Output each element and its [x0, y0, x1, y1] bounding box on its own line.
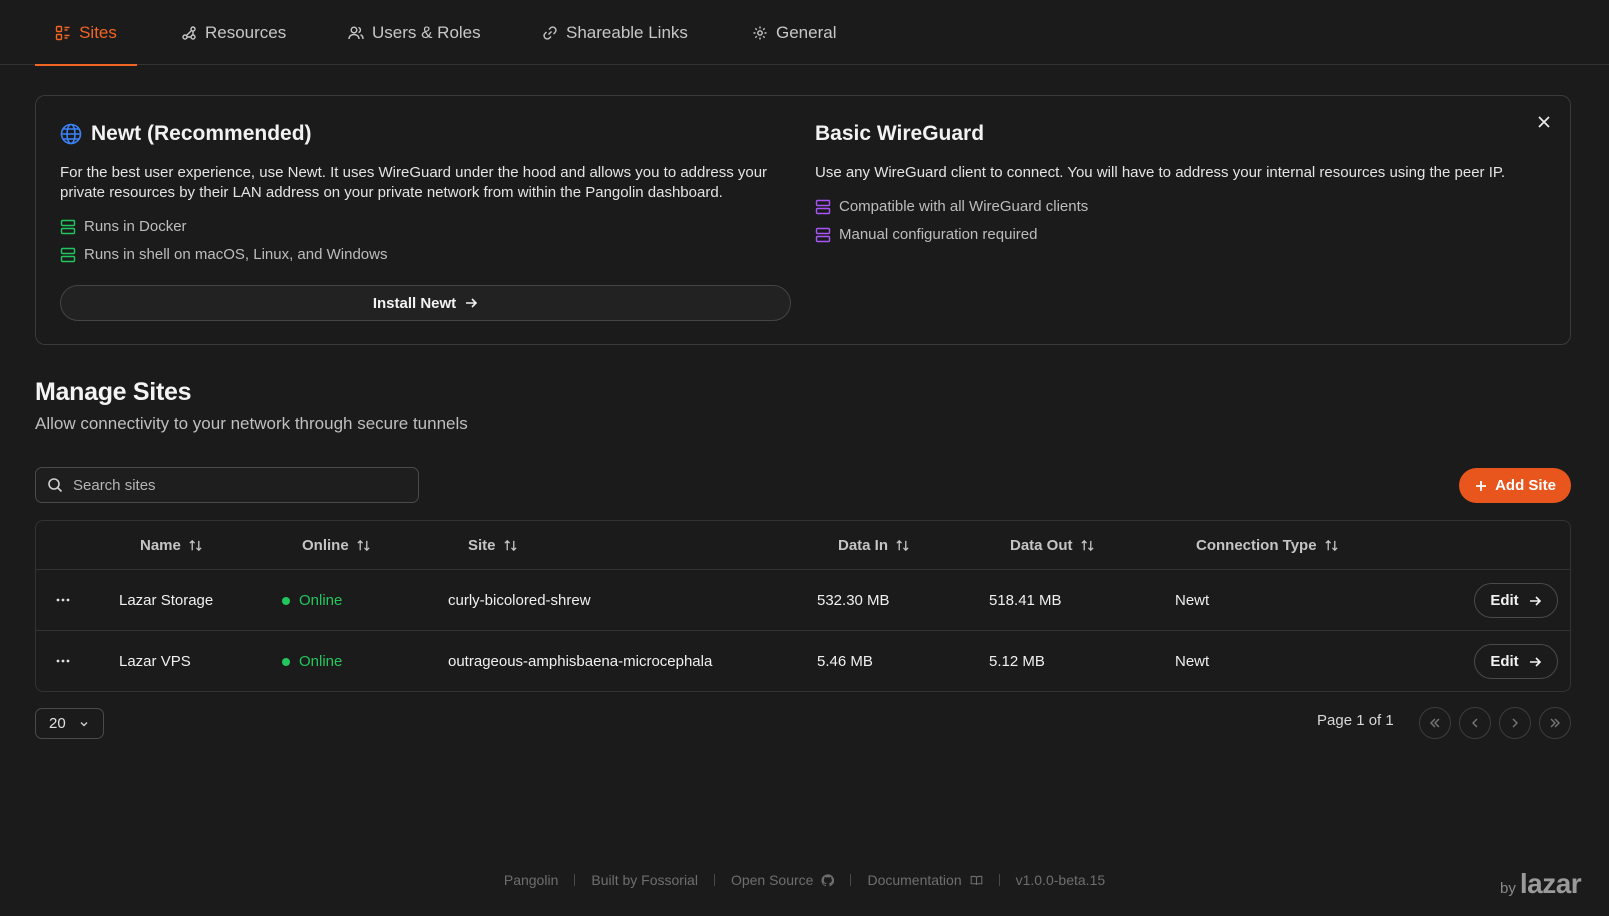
sort-icon — [357, 539, 370, 551]
page-subtitle: Allow connectivity to your network throu… — [35, 414, 468, 433]
arrow-right-icon — [1529, 656, 1541, 667]
column-header-data-in[interactable]: Data In — [838, 521, 910, 569]
add-site-button[interactable]: Add Site — [1459, 468, 1571, 503]
chevron-right-icon — [1512, 718, 1518, 728]
last-page-button[interactable] — [1539, 707, 1571, 739]
column-header-data-out[interactable]: Data Out — [1010, 521, 1095, 569]
tab-shareable-links[interactable]: Shareable Links — [542, 0, 688, 65]
newt-title: Newt (Recommended) — [91, 122, 312, 145]
book-icon — [970, 875, 982, 885]
resources-icon — [182, 25, 196, 40]
page-info: Page 1 of 1 — [1317, 712, 1394, 729]
column-header-connection-type[interactable]: Connection Type — [1196, 521, 1339, 569]
server-icon — [60, 247, 76, 262]
table-row: Lazar Storage Online curly-bicolored-shr… — [36, 569, 1570, 630]
server-icon — [815, 199, 831, 214]
chevron-down-icon — [80, 721, 88, 726]
site-identifier: curly-bicolored-shrew — [448, 592, 591, 609]
data-in: 5.46 MB — [817, 653, 873, 670]
tab-label: Sites — [79, 22, 117, 42]
connection-options-card: Newt (Recommended) For the best user exp… — [35, 95, 1571, 345]
users-icon — [348, 26, 364, 39]
newt-description: For the best user experience, use Newt. … — [60, 164, 768, 201]
search-icon — [48, 478, 63, 493]
column-header-site[interactable]: Site — [468, 521, 518, 569]
brand-logo: by lazar — [1500, 868, 1582, 899]
chevrons-left-icon — [1430, 718, 1440, 728]
tab-label: Resources — [205, 22, 287, 42]
data-out: 5.12 MB — [989, 653, 1045, 670]
gear-icon — [753, 26, 767, 39]
next-page-button[interactable] — [1499, 707, 1531, 739]
newt-feature: Runs in Docker — [60, 218, 187, 235]
newt-title-row: Newt (Recommended) — [60, 122, 312, 146]
tab-resources[interactable]: Resources — [181, 0, 286, 65]
tab-sites[interactable]: Sites — [35, 0, 137, 66]
plus-icon — [1476, 480, 1487, 491]
footer-pangolin-link[interactable]: Pangolin — [488, 872, 575, 888]
connection-type: Newt — [1175, 653, 1210, 670]
previous-page-button[interactable] — [1459, 707, 1491, 739]
first-page-button[interactable] — [1419, 707, 1451, 739]
install-newt-button[interactable]: Install Newt — [60, 285, 791, 321]
tab-users-roles[interactable]: Users & Roles — [348, 0, 481, 65]
more-actions-icon[interactable] — [54, 652, 72, 670]
link-icon — [543, 25, 557, 40]
newt-feature: Runs in shell on macOS, Linux, and Windo… — [60, 246, 387, 263]
server-icon — [60, 219, 76, 234]
footer: Pangolin Built by Fossorial Open Source … — [0, 872, 1609, 888]
column-header-name[interactable]: Name — [140, 521, 203, 569]
sites-icon — [55, 25, 70, 40]
table-row: Lazar VPS Online outrageous-amphisbaena-… — [36, 630, 1570, 691]
column-header-online[interactable]: Online — [302, 521, 371, 569]
status-dot — [282, 596, 290, 605]
tab-label: General — [776, 22, 837, 42]
close-icon[interactable] — [1534, 112, 1554, 132]
chevrons-right-icon — [1550, 718, 1560, 728]
edit-button[interactable]: Edit — [1474, 644, 1558, 679]
tab-general[interactable]: General — [752, 0, 836, 65]
footer-version: v1.0.0-beta.15 — [1015, 872, 1106, 888]
page-title: Manage Sites — [35, 378, 192, 406]
status-badge: Online — [282, 631, 342, 692]
footer-documentation-link[interactable]: Documentation — [851, 872, 998, 888]
arrow-right-icon — [1529, 595, 1541, 606]
tab-label: Users & Roles — [372, 22, 481, 42]
globe-icon — [60, 123, 82, 145]
tab-label: Shareable Links — [566, 22, 688, 42]
footer-open-source-link[interactable]: Open Source — [715, 872, 851, 888]
tab-bar: Sites Resources Users & Roles Shareable … — [0, 0, 1609, 66]
status-badge: Online — [282, 570, 342, 631]
sort-icon — [1324, 539, 1338, 551]
data-out: 518.41 MB — [989, 592, 1062, 609]
search-box — [35, 467, 419, 503]
sort-icon — [1080, 539, 1094, 551]
arrow-right-icon — [466, 298, 478, 308]
sort-icon — [503, 539, 517, 551]
data-in: 532.30 MB — [817, 592, 890, 609]
sites-table: Name Online Site Data In Data Out Connec… — [35, 520, 1571, 692]
wireguard-feature: Compatible with all WireGuard clients — [815, 198, 1088, 215]
status-dot — [282, 657, 290, 666]
site-name: Lazar Storage — [119, 592, 214, 609]
footer-built-by-link[interactable]: Built by Fossorial — [575, 872, 714, 888]
sort-icon — [189, 539, 202, 551]
page-size-select[interactable]: 20 — [35, 708, 104, 739]
wireguard-title: Basic WireGuard — [815, 122, 985, 145]
wireguard-feature: Manual configuration required — [815, 226, 1037, 243]
wireguard-description: Use any WireGuard client to connect. You… — [815, 164, 1506, 181]
site-name: Lazar VPS — [119, 653, 191, 670]
site-identifier: outrageous-amphisbaena-microcephala — [448, 653, 713, 670]
github-icon — [821, 873, 835, 886]
server-icon — [815, 227, 831, 242]
sort-icon — [896, 539, 909, 551]
edit-button[interactable]: Edit — [1474, 583, 1558, 618]
connection-type: Newt — [1175, 592, 1210, 609]
more-actions-icon[interactable] — [54, 591, 72, 609]
search-input[interactable] — [73, 476, 393, 494]
chevron-left-icon — [1472, 718, 1478, 728]
